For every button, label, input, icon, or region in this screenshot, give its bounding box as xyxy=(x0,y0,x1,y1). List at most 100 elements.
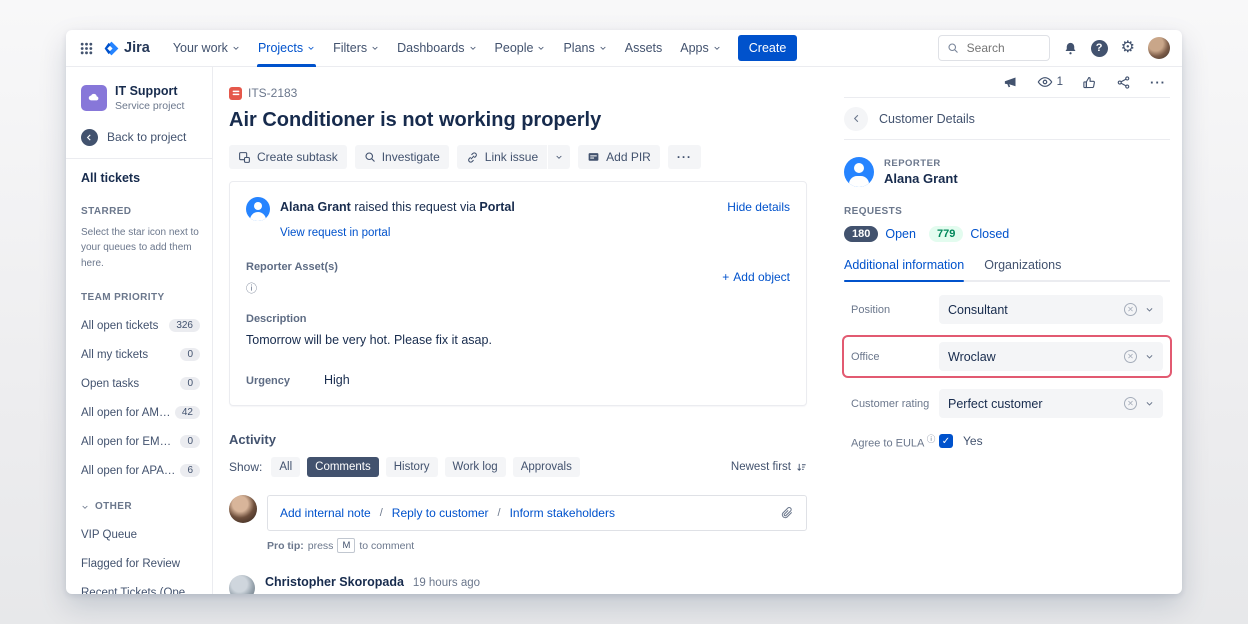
count-badge: 0 xyxy=(180,348,200,361)
filter-history[interactable]: History xyxy=(386,457,438,477)
sidebar-item-recent-tickets[interactable]: Recent Tickets (Open & Cl... xyxy=(81,587,200,594)
filter-work-log[interactable]: Work log xyxy=(445,457,506,477)
back-to-project[interactable]: Back to project xyxy=(81,129,200,146)
share-icon[interactable] xyxy=(1116,75,1131,90)
attachment-paperclip-icon[interactable] xyxy=(780,506,794,520)
reporter-name: Alana Grant xyxy=(884,171,958,186)
tab-organizations[interactable]: Organizations xyxy=(984,258,1061,280)
jira-logo[interactable]: Jira xyxy=(103,40,150,57)
count-badge: 0 xyxy=(180,435,200,448)
reporter-block: REPORTER Alana Grant xyxy=(844,157,1170,187)
add-object-link[interactable]: + Add object xyxy=(722,257,790,297)
project-header[interactable]: IT Support Service project xyxy=(81,84,200,112)
tab-additional-information[interactable]: Additional information xyxy=(844,258,964,280)
breadcrumb[interactable]: ITS-2183 xyxy=(229,86,297,100)
sidebar-item-amer-region[interactable]: All open for AMER Regi... 42 xyxy=(81,406,200,419)
open-requests-link[interactable]: Open xyxy=(885,227,916,241)
sort-control[interactable]: Newest first xyxy=(731,461,807,473)
add-pir-button[interactable]: Add PIR xyxy=(578,145,660,169)
urgency-value: High xyxy=(324,373,350,387)
clear-icon[interactable]: ✕ xyxy=(1124,350,1137,363)
create-button[interactable]: Create xyxy=(738,35,798,61)
description-text: Tomorrow will be very hot. Please fix it… xyxy=(246,333,790,347)
sidebar-item-vip-queue[interactable]: VIP Queue xyxy=(81,529,200,541)
search-input[interactable] xyxy=(965,40,1037,56)
eula-checkbox[interactable]: ✓ xyxy=(939,434,953,448)
issue-type-icon xyxy=(229,87,242,100)
position-value: Consultant xyxy=(948,303,1008,317)
comment-timestamp[interactable]: 19 hours ago xyxy=(413,577,480,589)
jira-logo-icon xyxy=(103,40,120,57)
settings-gear-icon[interactable]: ⚙ xyxy=(1121,40,1135,56)
position-select[interactable]: Consultant ✕ xyxy=(939,295,1163,324)
link-issue-button[interactable]: Link issue xyxy=(457,145,547,169)
urgency-label: Urgency xyxy=(246,375,324,387)
notifications-icon[interactable] xyxy=(1063,41,1078,56)
sidebar-item-apac-region[interactable]: All open for APAC Region 6 xyxy=(81,464,200,477)
nav-item-people[interactable]: People xyxy=(486,30,555,67)
info-icon[interactable]: ⓘ xyxy=(927,434,936,444)
app-switcher-icon[interactable] xyxy=(80,42,93,55)
global-search[interactable] xyxy=(938,35,1050,61)
nav-item-your-work[interactable]: Your work xyxy=(164,30,249,67)
clear-icon[interactable]: ✕ xyxy=(1124,303,1137,316)
plus-icon: + xyxy=(722,270,729,284)
filter-comments[interactable]: Comments xyxy=(307,457,379,477)
nav-item-apps[interactable]: Apps xyxy=(671,30,730,67)
filter-approvals[interactable]: Approvals xyxy=(513,457,580,477)
add-internal-note-link[interactable]: Add internal note xyxy=(280,506,371,520)
pro-tip: Pro tip: press M to comment xyxy=(267,538,814,553)
office-select[interactable]: Wroclaw ✕ xyxy=(939,342,1163,371)
sidebar-item-all-my-tickets[interactable]: All my tickets 0 xyxy=(81,348,200,361)
create-subtask-button[interactable]: Create subtask xyxy=(229,145,347,169)
user-avatar[interactable] xyxy=(1148,37,1170,59)
sidebar-item-emea-region[interactable]: All open for EMEA Region 0 xyxy=(81,435,200,448)
chevron-down-icon xyxy=(537,44,545,52)
hide-details-link[interactable]: Hide details xyxy=(727,197,790,214)
investigate-button[interactable]: Investigate xyxy=(355,145,449,169)
issue-key: ITS-2183 xyxy=(248,86,297,100)
help-icon[interactable]: ? xyxy=(1091,40,1108,57)
sidebar: IT Support Service project Back to proje… xyxy=(66,67,213,594)
reporter-assets-label: Reporter Asset(s) xyxy=(246,261,338,273)
chevron-down-icon[interactable] xyxy=(1145,399,1154,408)
sidebar-item-all-tickets[interactable]: All tickets xyxy=(81,171,200,185)
starred-section-header: STARRED xyxy=(81,206,200,217)
nav-item-dashboards[interactable]: Dashboards xyxy=(388,30,485,67)
watchers-control[interactable]: 1 xyxy=(1037,74,1063,90)
chevron-down-icon[interactable] xyxy=(1145,352,1154,361)
nav-item-filters[interactable]: Filters xyxy=(324,30,388,67)
clear-icon[interactable]: ✕ xyxy=(1124,397,1137,410)
panel-back-button[interactable] xyxy=(844,107,868,131)
sidebar-item-all-open-tickets[interactable]: All open tickets 326 xyxy=(81,319,200,332)
customer-rating-select[interactable]: Perfect customer ✕ xyxy=(939,389,1163,418)
vote-thumbs-up-icon[interactable] xyxy=(1082,75,1097,90)
inform-stakeholders-link[interactable]: Inform stakeholders xyxy=(510,506,615,520)
customer-details-panel: 1 ··· Customer Details REPORTE xyxy=(830,67,1182,594)
sidebar-item-open-tasks[interactable]: Open tasks 0 xyxy=(81,377,200,390)
nav-item-projects[interactable]: Projects xyxy=(249,30,324,67)
chevron-down-icon xyxy=(232,44,240,52)
feedback-megaphone-icon[interactable] xyxy=(1003,75,1018,90)
eye-icon xyxy=(1037,74,1053,90)
sidebar-item-flagged-for-review[interactable]: Flagged for Review xyxy=(81,558,200,570)
reporter-label: REPORTER xyxy=(884,158,958,169)
composer-box[interactable]: Add internal note / Reply to customer / … xyxy=(267,495,807,531)
more-actions-button[interactable]: ··· xyxy=(668,145,701,169)
chevron-down-icon xyxy=(469,44,477,52)
panel-more-icon[interactable]: ··· xyxy=(1150,75,1166,90)
info-icon[interactable]: ⓘ xyxy=(246,280,257,296)
nav-item-assets[interactable]: Assets xyxy=(616,30,672,67)
nav-item-plans[interactable]: Plans xyxy=(554,30,615,67)
link-issue-dropdown-button[interactable] xyxy=(548,145,570,169)
closed-requests-link[interactable]: Closed xyxy=(970,227,1009,241)
other-section-header[interactable]: OTHER xyxy=(81,501,200,512)
view-request-in-portal-link[interactable]: View request in portal xyxy=(280,227,790,239)
reply-to-customer-link[interactable]: Reply to customer xyxy=(392,506,489,520)
project-type: Service project xyxy=(115,100,184,112)
reporter-avatar xyxy=(246,197,270,221)
comment-author[interactable]: Christopher Skoropada xyxy=(265,575,404,589)
open-count-badge: 180 xyxy=(844,226,878,242)
chevron-down-icon[interactable] xyxy=(1145,305,1154,314)
filter-all[interactable]: All xyxy=(271,457,300,477)
